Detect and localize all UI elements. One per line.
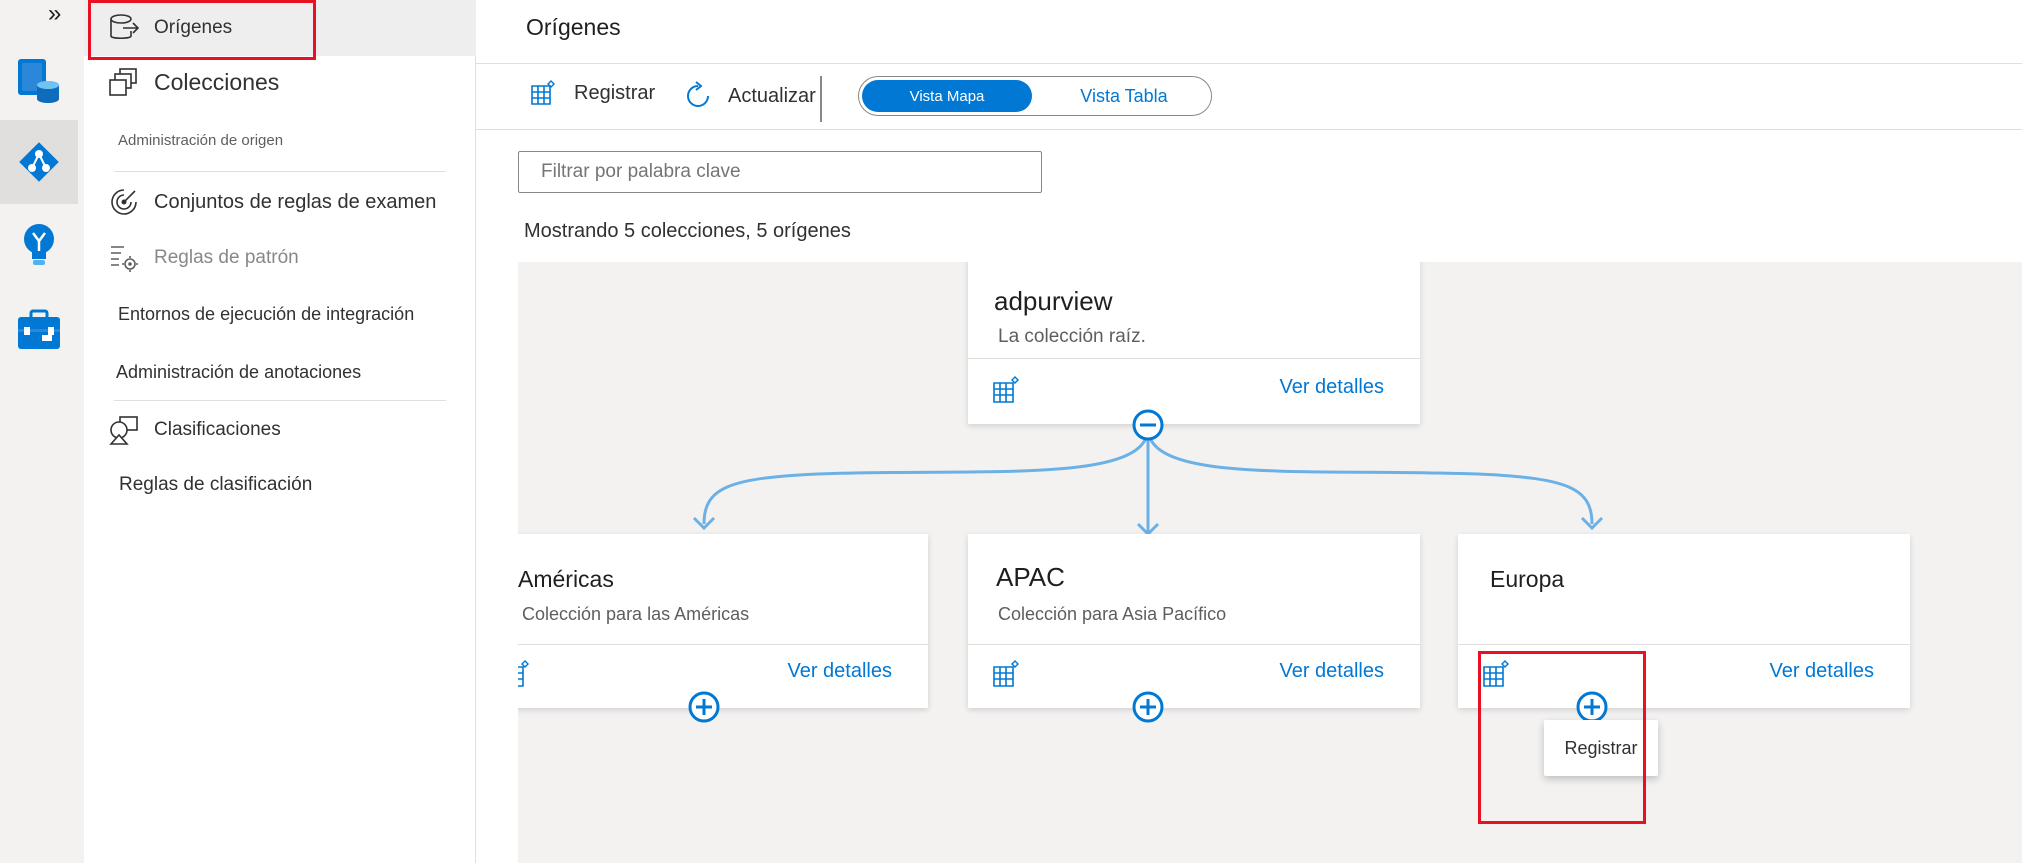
- nav-item-collections[interactable]: Colecciones: [108, 66, 279, 98]
- command-separator: [820, 76, 822, 122]
- card-divider: [1458, 644, 1910, 645]
- collection-description: Colección para Asia Pacífico: [998, 604, 1227, 624]
- collection-name: adpurview: [994, 286, 1113, 316]
- scan-radar-icon: [108, 186, 140, 218]
- source-management-nav: Orígenes Colecciones Administración de o…: [84, 0, 476, 863]
- insights-button[interactable]: [0, 204, 78, 288]
- card-divider: [518, 644, 928, 645]
- collection-description: Colección para las Américas: [522, 604, 750, 624]
- section-header: Administración de origen: [118, 132, 283, 149]
- data-map-sources-button[interactable]: [0, 120, 78, 204]
- card-divider: [968, 644, 1420, 645]
- view-details-link[interactable]: Ver detalles: [787, 660, 892, 683]
- nav-item-integration-runtimes[interactable]: Entornos de ejecución de integración: [118, 304, 414, 325]
- view-details-link[interactable]: Ver detalles: [1279, 660, 1384, 683]
- nav-divider: [114, 171, 446, 172]
- card-divider: [968, 358, 1420, 359]
- nav-item-annotation-management[interactable]: Administración de anotaciones: [116, 362, 361, 383]
- nav-item-pattern-rules-label: Reglas de patrón: [154, 247, 299, 268]
- nav-item-classifications[interactable]: Clasificaciones: [108, 414, 281, 446]
- register-source-icon[interactable]: [992, 376, 1020, 404]
- register-command[interactable]: Registrar: [530, 80, 655, 106]
- management-toolbox-icon: [18, 309, 60, 349]
- highlight-box-sources: [88, 0, 316, 60]
- page-title: Orígenes: [526, 14, 621, 40]
- results-count: Mostrando 5 colecciones, 5 orígenes: [524, 220, 851, 242]
- register-grid-icon: [531, 80, 555, 105]
- view-toggle: Vista Mapa Vista Tabla: [858, 76, 1212, 116]
- view-details-link[interactable]: Ver detalles: [1279, 376, 1384, 399]
- classifications-shapes-icon: [108, 414, 140, 446]
- icon-rail: »: [0, 0, 84, 863]
- nav-item-classifications-label: Clasificaciones: [154, 419, 281, 440]
- header-divider: [476, 63, 2022, 64]
- nav-item-pattern-rules[interactable]: Reglas de patrón: [108, 242, 299, 274]
- section-header-label: Administración de origen: [118, 132, 284, 149]
- nav-item-classification-rules-label: Reglas de clasificación: [119, 474, 313, 495]
- nav-divider: [114, 400, 446, 401]
- refresh-icon: [687, 81, 709, 107]
- register-source-icon[interactable]: [992, 660, 1020, 688]
- collection-card-root[interactable]: adpurview La colección raíz. Ver detalle…: [968, 262, 1420, 424]
- sources-page: Orígenes Registrar Actualizar Vista Mapa…: [476, 0, 2022, 863]
- view-details-link[interactable]: Ver detalles: [1769, 660, 1874, 683]
- collection-map-canvas[interactable]: adpurview La colección raíz. Ver detalle…: [518, 262, 2022, 863]
- sources-diamond-icon: [19, 142, 59, 182]
- map-view-option[interactable]: Vista Mapa: [862, 80, 1032, 112]
- register-source-icon[interactable]: [518, 660, 530, 688]
- collection-name: APAC: [996, 562, 1065, 592]
- nav-item-annotation-management-label: Administración de anotaciones: [116, 362, 362, 382]
- add-collection-icon[interactable]: [687, 690, 721, 724]
- command-bar-divider: [476, 129, 2022, 130]
- keyword-filter-input[interactable]: [518, 151, 1042, 193]
- nav-item-collections-label: Colecciones: [154, 68, 280, 95]
- collection-description: La colección raíz.: [998, 326, 1146, 347]
- highlight-box-register: [1478, 651, 1646, 824]
- add-collection-icon[interactable]: [1131, 690, 1165, 724]
- collections-icon: [108, 66, 140, 98]
- insights-bulb-icon: [24, 224, 54, 265]
- refresh-command[interactable]: Actualizar: [682, 80, 816, 112]
- collection-name: Europa: [1490, 566, 1565, 592]
- pattern-rules-gear-icon: [108, 242, 140, 274]
- collection-name: Américas: [518, 566, 614, 592]
- nav-item-scan-rule-sets-label: Conjuntos de reglas de examen: [154, 190, 437, 213]
- data-map-icon: [18, 59, 59, 103]
- nav-item-scan-rule-sets[interactable]: Conjuntos de reglas de examen: [108, 186, 436, 218]
- collection-card-americas[interactable]: Américas Colección para las Américas Ver…: [518, 534, 928, 708]
- nav-item-classification-rules[interactable]: Reglas de clasificación: [119, 474, 312, 496]
- expand-menu-icon[interactable]: »: [48, 0, 62, 28]
- table-view-option[interactable]: Vista Tabla: [1049, 77, 1199, 115]
- refresh-command-label: Actualizar: [728, 84, 816, 107]
- management-button[interactable]: [0, 288, 78, 372]
- data-map-button[interactable]: [0, 38, 78, 122]
- register-command-label: Registrar: [574, 81, 656, 104]
- collapse-collection-icon[interactable]: [1131, 408, 1165, 442]
- collection-card-apac[interactable]: APAC Colección para Asia Pacífico Ver de…: [968, 534, 1420, 708]
- nav-item-integration-runtimes-label: Entornos de ejecución de integración: [118, 304, 415, 324]
